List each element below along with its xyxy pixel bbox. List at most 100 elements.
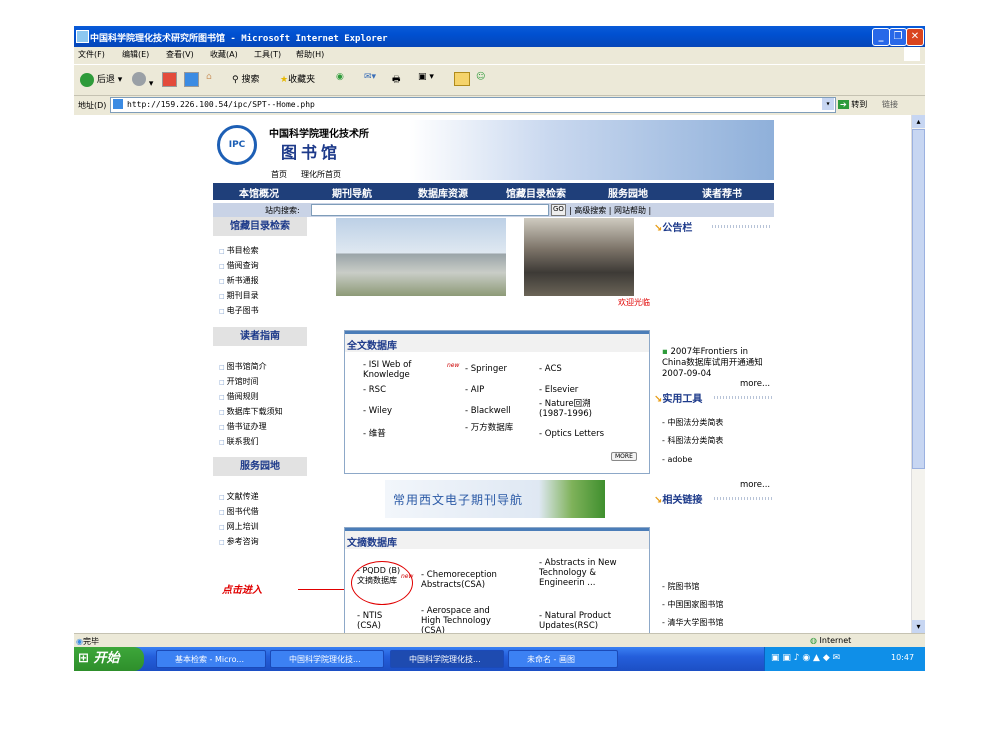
nav-services[interactable]: 服务园地 xyxy=(608,185,648,200)
db-link-abstracts-new-tech[interactable]: - Abstracts in New Technology & Engineer… xyxy=(539,558,617,588)
search-button[interactable]: ⚲ 搜索 xyxy=(232,72,259,85)
title-bar[interactable]: 中国科学院理化技术研究所图书馆 - Microsoft Internet Exp… xyxy=(74,26,925,47)
forward-button[interactable]: ▾ xyxy=(132,72,153,89)
task-basic-search[interactable]: 基本检索 - Micro... xyxy=(156,650,266,668)
side-item[interactable]: 新书通报 xyxy=(219,275,259,286)
menu-favorites[interactable]: 收藏(A) xyxy=(210,49,238,60)
go-button[interactable]: ➔ 转到 xyxy=(838,99,867,110)
refresh-icon[interactable] xyxy=(184,72,199,87)
menu-tools[interactable]: 工具(T) xyxy=(254,49,281,60)
db-link-chemoreception[interactable]: - Chemoreception Abstracts(CSA) xyxy=(421,570,507,590)
edit-icon[interactable]: ▣ ▾ xyxy=(418,72,434,82)
side-item[interactable]: 借阅查询 xyxy=(219,260,259,271)
tools-item[interactable]: - adobe xyxy=(662,455,692,464)
folder-icon[interactable] xyxy=(454,72,470,86)
side-item[interactable]: 借书证办理 xyxy=(219,421,267,432)
side-item[interactable]: 图书代借 xyxy=(219,506,259,517)
db-link-natural-product[interactable]: - Natural Product Updates(RSC) xyxy=(539,611,629,631)
nav-recommend[interactable]: 读者荐书 xyxy=(702,185,742,200)
db-link-pqdd[interactable]: - PQDD (B)文摘数据库 xyxy=(357,566,403,586)
scroll-down-icon[interactable]: ▾ xyxy=(912,620,925,633)
tools-more[interactable]: more... xyxy=(740,480,770,490)
side-item[interactable]: 数据库下载须知 xyxy=(219,406,283,417)
db-link-elsevier[interactable]: - Elsevier xyxy=(539,385,578,395)
status-text: ◉完毕 xyxy=(76,637,99,646)
toplink-ipc-home[interactable]: 理化所首页 xyxy=(301,169,341,180)
task-ipc-1[interactable]: 中国科学院理化技... xyxy=(270,650,384,668)
messenger-icon[interactable]: ☺ xyxy=(476,72,485,82)
site-search: 站内搜索: GO | 高级搜索 | 网站帮助 | xyxy=(213,203,774,217)
db-link-acs[interactable]: - ACS xyxy=(539,364,562,374)
history-icon[interactable]: ◉ xyxy=(336,72,344,82)
db-link-springer[interactable]: - Springer xyxy=(465,364,507,374)
db-link-vip[interactable]: - 维普 xyxy=(363,429,386,439)
ie-app-icon xyxy=(76,30,89,43)
advanced-search-links[interactable]: | 高级搜索 | 网站帮助 | xyxy=(569,205,651,216)
db-link-rsc[interactable]: - RSC xyxy=(363,385,386,395)
home-icon[interactable]: ⌂ xyxy=(206,72,212,82)
back-button[interactable]: 后退 ▾ xyxy=(80,72,122,87)
abstract-db-panel: 文摘数据库 - PQDD (B)文摘数据库 new - Chemorecepti… xyxy=(344,527,650,633)
announce-item[interactable]: ▪ 2007年Frontiers in China数据库试用开通通知 2007-… xyxy=(662,347,770,380)
minimize-button[interactable]: _ xyxy=(872,28,890,46)
side-title-catalog: 馆藏目录检索 xyxy=(213,217,307,236)
db-link-optics[interactable]: - Optics Letters xyxy=(539,429,604,439)
address-input[interactable]: http://159.226.100.54/ipc/SPT--Home.php … xyxy=(110,97,836,113)
db-link-blackwell[interactable]: - Blackwell xyxy=(465,406,511,416)
side-item[interactable]: 参考咨询 xyxy=(219,536,259,547)
vertical-scrollbar[interactable]: ▴ ▾ xyxy=(911,115,925,633)
toplink-home[interactable]: 首页 xyxy=(271,169,287,180)
globe-icon: ◍ xyxy=(810,636,817,645)
db-link-ntis[interactable]: - NTIS (CSA) xyxy=(357,611,397,631)
db-link-isi[interactable]: - ISI Web of Knowledge xyxy=(363,360,433,380)
side-item[interactable]: 图书馆简介 xyxy=(219,361,267,372)
db-link-wanfang[interactable]: - 万方数据库 xyxy=(465,423,515,433)
db-link-aerospace[interactable]: - Aerospace and High Technology (CSA) xyxy=(421,606,511,633)
favorites-button[interactable]: ★收藏夹 xyxy=(280,72,315,85)
side-item[interactable]: 期刊目录 xyxy=(219,290,259,301)
side-item[interactable]: 联系我们 xyxy=(219,436,259,447)
nav-catalog[interactable]: 馆藏目录检索 xyxy=(506,185,566,200)
side-item[interactable]: 开馆时间 xyxy=(219,376,259,387)
nav-databases[interactable]: 数据库资源 xyxy=(418,185,468,200)
mail-icon[interactable]: ✉▾ xyxy=(364,72,376,82)
journal-nav-banner[interactable]: 常用西文电子期刊导航 xyxy=(385,480,605,518)
db-link-wiley[interactable]: - Wiley xyxy=(363,406,392,416)
print-icon[interactable]: 🖶 xyxy=(392,72,401,88)
tray-icons[interactable]: ▣ ▣ ♪ ◉ ▲ ◆ ✉ xyxy=(771,653,840,663)
side-item[interactable]: 借阅规则 xyxy=(219,391,259,402)
scroll-thumb[interactable] xyxy=(912,129,925,469)
db-link-nature[interactable]: - Nature回溯 (1987-1996) xyxy=(539,399,619,419)
side-item[interactable]: 电子图书 xyxy=(219,305,259,316)
scroll-up-icon[interactable]: ▴ xyxy=(912,115,925,128)
side-item[interactable]: 网上培训 xyxy=(219,521,259,532)
address-dropdown-icon[interactable]: ▾ xyxy=(822,98,834,110)
nav-about[interactable]: 本馆概况 xyxy=(239,185,279,200)
start-button[interactable]: ⊞ 开始 xyxy=(74,647,144,671)
db-link-aip[interactable]: - AIP xyxy=(465,385,484,395)
menu-edit[interactable]: 编辑(E) xyxy=(122,49,149,60)
side-item[interactable]: 文献传递 xyxy=(219,491,259,502)
page-content: IPC 中国科学院理化技术所 图书馆 首页 理化所首页 本馆概况 期刊导航 数据… xyxy=(74,115,911,633)
tools-item[interactable]: - 中图法分类简表 xyxy=(662,417,723,428)
nav-journals[interactable]: 期刊导航 xyxy=(332,185,372,200)
links-button[interactable]: 链接 xyxy=(882,99,898,110)
announce-more[interactable]: more... xyxy=(740,379,770,389)
more-button[interactable]: MORE xyxy=(611,452,637,461)
menu-file[interactable]: 文件(F) xyxy=(78,49,105,60)
site-search-input[interactable] xyxy=(311,204,549,216)
close-button[interactable]: ✕ xyxy=(906,28,924,46)
menu-view[interactable]: 查看(V) xyxy=(166,49,194,60)
tools-item[interactable]: - 科图法分类简表 xyxy=(662,435,723,446)
related-item[interactable]: - 清华大学图书馆 xyxy=(662,617,723,628)
task-ipc-2[interactable]: 中国科学院理化技... xyxy=(390,650,504,668)
task-paint[interactable]: 未命名 - 画图 xyxy=(508,650,618,668)
menu-help[interactable]: 帮助(H) xyxy=(296,49,324,60)
stop-icon[interactable] xyxy=(162,72,177,87)
maximize-button[interactable]: ❐ xyxy=(889,28,907,46)
site-search-go[interactable]: GO xyxy=(551,204,566,216)
fulltext-db-panel: 全文数据库 - ISI Web of Knowledge new - Sprin… xyxy=(344,330,650,474)
side-item[interactable]: 书目检索 xyxy=(219,245,259,256)
related-item[interactable]: - 中国国家图书馆 xyxy=(662,599,723,610)
related-item[interactable]: - 院图书馆 xyxy=(662,581,699,592)
